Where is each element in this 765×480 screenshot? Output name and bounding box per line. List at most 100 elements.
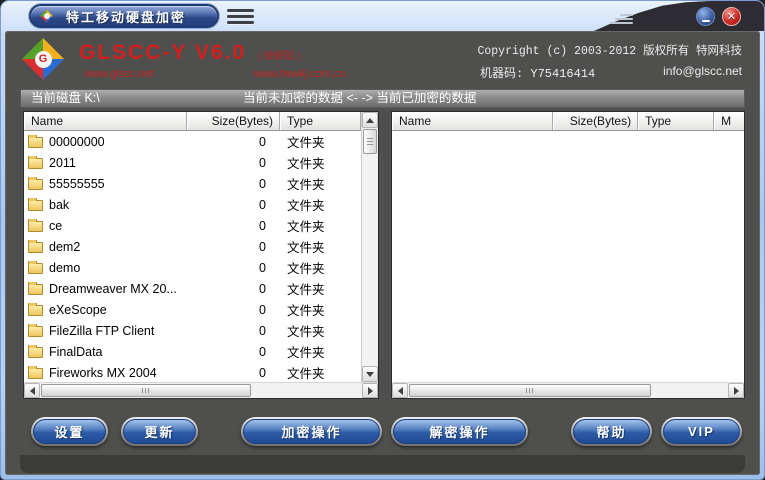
file-name: eXeScope	[49, 303, 107, 317]
file-name: 2011	[49, 156, 76, 170]
file-size: 0	[187, 261, 280, 275]
file-name: 55555555	[49, 177, 105, 191]
arrow-left-icon	[26, 387, 35, 395]
folder-icon	[28, 242, 43, 253]
website-secondary[interactable]: www.twwkj.com.cn	[254, 68, 346, 80]
file-size: 0	[187, 177, 280, 191]
encrypt-button-label: 加密操作	[243, 419, 380, 444]
update-button[interactable]: 更新	[121, 417, 198, 446]
settings-button-label: 设置	[33, 419, 106, 444]
logo-letter: G	[35, 51, 52, 68]
column-header-size[interactable]: Size(Bytes)	[553, 112, 638, 131]
file-name: bak	[49, 198, 69, 212]
window-title: 特工移动硬盘加密	[66, 7, 186, 26]
left-horizontal-scrollbar[interactable]	[24, 382, 378, 398]
file-row[interactable]: bak 0 文件夹	[24, 194, 361, 215]
file-name: demo	[49, 261, 80, 275]
website-primary[interactable]: www.glscc.net	[84, 68, 154, 80]
file-row[interactable]: demo 0 文件夹	[24, 257, 361, 278]
contact-email: info@glscc.net	[663, 64, 742, 81]
file-row[interactable]: FileZilla FTP Client 0 文件夹	[24, 320, 361, 341]
encrypted-file-panel: Name Size(Bytes) Type M	[391, 111, 745, 399]
file-type: 文件夹	[280, 321, 325, 340]
settings-button[interactable]: 设置	[31, 417, 108, 446]
brand-logo-icon: G	[22, 38, 64, 80]
encrypt-button[interactable]: 加密操作	[241, 417, 382, 446]
file-size: 0	[187, 282, 280, 296]
column-header-name[interactable]: Name	[24, 112, 187, 131]
file-size: 0	[187, 303, 280, 317]
folder-icon	[28, 305, 43, 316]
file-size: 0	[187, 156, 280, 170]
menu-icon[interactable]	[227, 9, 254, 27]
file-type: 文件夹	[280, 195, 325, 214]
file-name: Dreamweaver MX 20...	[49, 282, 177, 296]
scroll-down-button[interactable]	[362, 366, 378, 382]
left-file-list: 00000000 0 文件夹 2011 0 文件夹 55555555 0 文件夹…	[24, 131, 361, 382]
speedline-decoration	[610, 22, 633, 24]
file-row[interactable]: 55555555 0 文件夹	[24, 173, 361, 194]
folder-icon	[28, 368, 43, 379]
folder-icon	[28, 284, 43, 295]
help-button[interactable]: 帮助	[571, 417, 652, 446]
window-title-pill: 特工移动硬盘加密	[29, 4, 219, 28]
file-row[interactable]: Dreamweaver MX 20... 0 文件夹	[24, 278, 361, 299]
file-row[interactable]: 2011 0 文件夹	[24, 152, 361, 173]
left-vertical-scrollbar[interactable]	[361, 112, 378, 382]
titlebar[interactable]: 特工移动硬盘加密 ✕	[1, 1, 764, 31]
file-type: 文件夹	[280, 237, 325, 256]
file-name: dem2	[49, 240, 80, 254]
column-header-modified[interactable]: M	[714, 112, 744, 131]
file-name: FileZilla FTP Client	[49, 324, 154, 338]
scroll-right-button[interactable]	[728, 383, 744, 398]
status-bar: 当前磁盘 K:\ 当前未加密的数据 <- -> 当前已加密的数据	[20, 89, 745, 108]
horizontal-scroll-track[interactable]	[40, 383, 362, 398]
update-button-label: 更新	[123, 419, 196, 444]
horizontal-scroll-track[interactable]	[408, 383, 728, 398]
decrypt-button[interactable]: 解密操作	[391, 417, 528, 446]
machine-info-row: 机器码: Y75416414 info@glscc.net	[480, 64, 742, 81]
left-column-headers: Name Size(Bytes) Type	[24, 112, 378, 131]
file-row[interactable]: 00000000 0 文件夹	[24, 131, 361, 152]
machine-code: 机器码: Y75416414	[480, 64, 595, 81]
file-type: 文件夹	[280, 174, 325, 193]
file-row[interactable]: FinalData 0 文件夹	[24, 341, 361, 362]
file-type: 文件夹	[280, 258, 325, 277]
arrow-down-icon	[366, 372, 374, 381]
scroll-right-button[interactable]	[362, 383, 378, 398]
minimize-icon	[702, 20, 710, 22]
folder-icon	[28, 179, 43, 190]
file-name: 00000000	[49, 135, 105, 149]
column-header-type[interactable]: Type	[638, 112, 714, 131]
horizontal-scroll-thumb[interactable]	[409, 384, 651, 397]
product-note: ( 破解版 )	[258, 47, 300, 62]
folder-icon	[28, 200, 43, 211]
vertical-scroll-thumb[interactable]	[363, 129, 377, 154]
scroll-up-button[interactable]	[362, 112, 378, 128]
file-row[interactable]: Fireworks MX 2004 0 文件夹	[24, 362, 361, 382]
right-horizontal-scrollbar[interactable]	[392, 382, 744, 398]
file-size: 0	[187, 135, 280, 149]
column-header-size[interactable]: Size(Bytes)	[187, 112, 280, 131]
scroll-left-button[interactable]	[24, 383, 40, 398]
file-type: 文件夹	[280, 300, 325, 319]
file-row[interactable]: ce 0 文件夹	[24, 215, 361, 236]
file-type: 文件夹	[280, 342, 325, 361]
arrow-left-icon	[394, 387, 403, 395]
column-header-type[interactable]: Type	[280, 112, 361, 131]
minimize-button[interactable]	[696, 7, 715, 26]
footer-strip	[20, 455, 745, 473]
arrow-right-icon	[734, 387, 743, 395]
file-row[interactable]: dem2 0 文件夹	[24, 236, 361, 257]
file-size: 0	[187, 219, 280, 233]
file-row[interactable]: eXeScope 0 文件夹	[24, 299, 361, 320]
vip-button[interactable]: VIP	[661, 417, 742, 446]
folder-icon	[28, 347, 43, 358]
close-button[interactable]: ✕	[722, 7, 741, 26]
column-header-name[interactable]: Name	[392, 112, 553, 131]
horizontal-scroll-thumb[interactable]	[41, 384, 251, 397]
main-content: G GLSCC-Y V6.0 ( 破解版 ) www.glscc.net www…	[5, 31, 760, 475]
scroll-left-button[interactable]	[392, 383, 408, 398]
vip-button-label: VIP	[663, 419, 740, 444]
speedline-decoration	[620, 14, 633, 16]
